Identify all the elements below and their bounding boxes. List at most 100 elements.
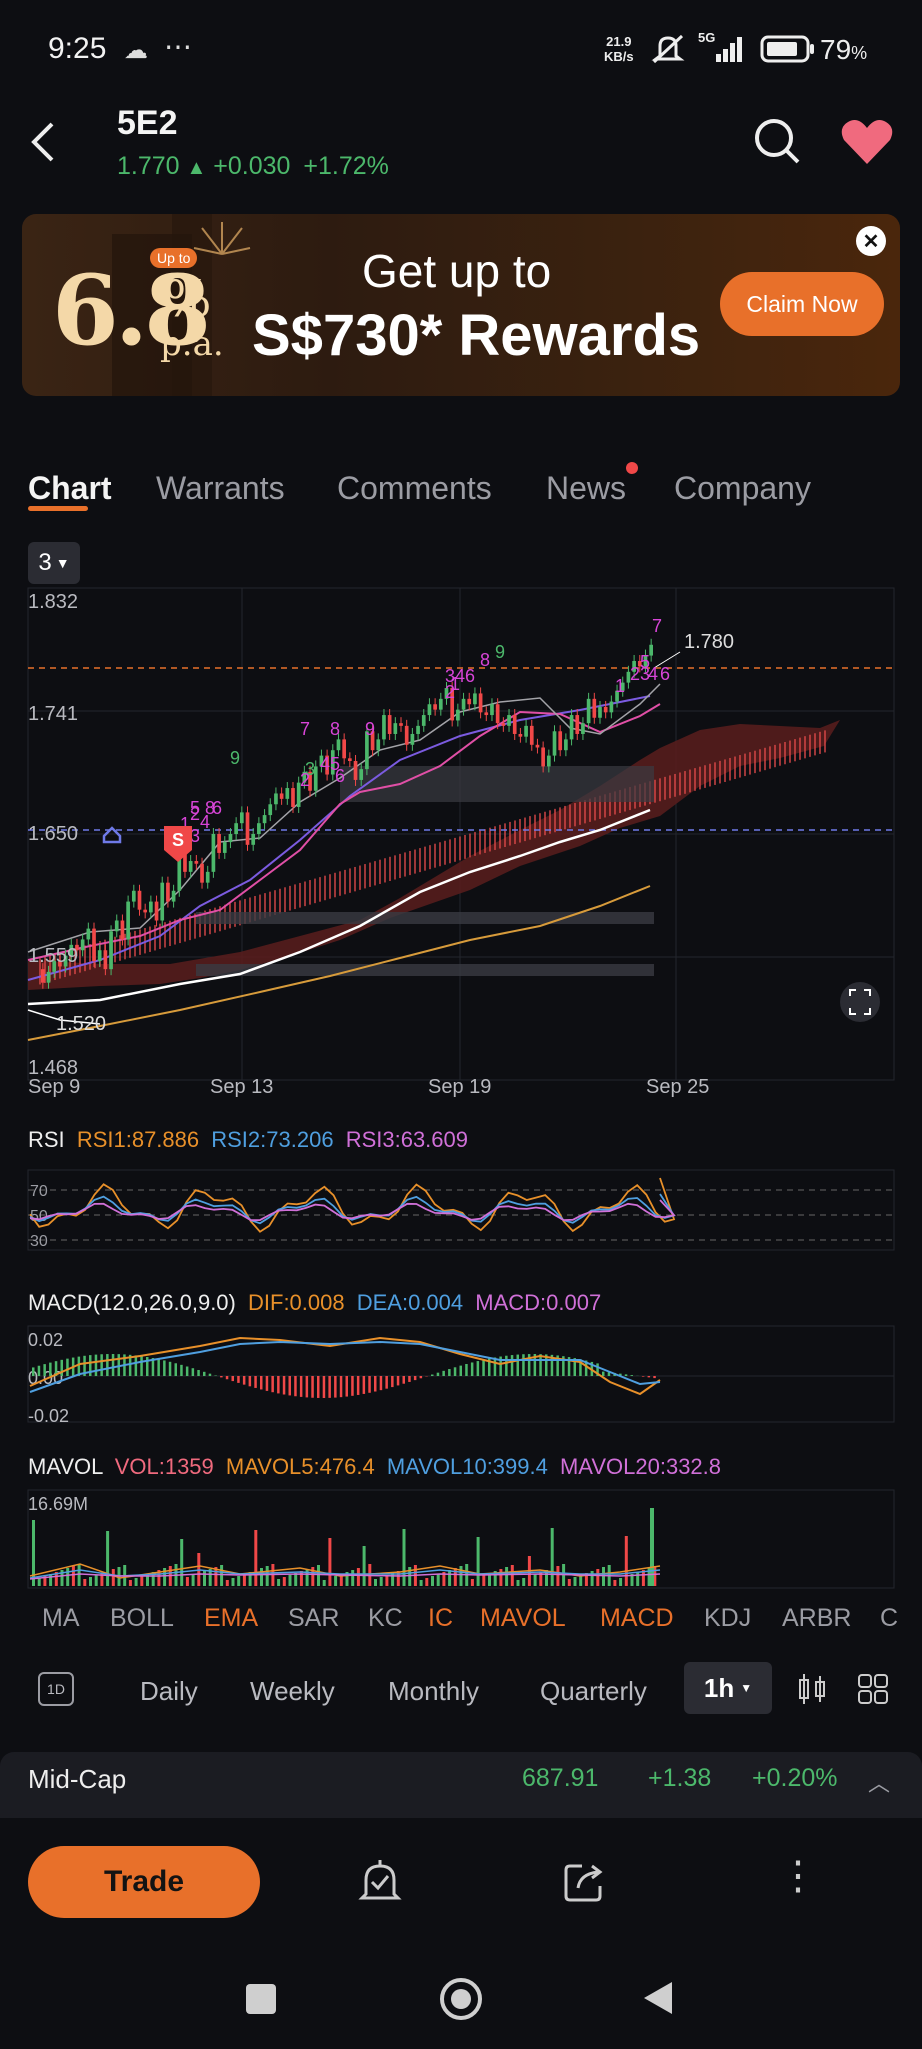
macd-tick: -0.02 xyxy=(28,1406,69,1426)
price-chart[interactable]: 95 86431 27 8 93 4 52 613 4 6829752 34 61 S 1.832 1… xyxy=(0,580,922,1100)
index-value: 687.91 xyxy=(522,1764,599,1792)
back-button[interactable] xyxy=(26,118,60,171)
tab-warrants[interactable]: Warrants xyxy=(156,470,285,507)
candle-body xyxy=(137,890,142,910)
android-nav-bar xyxy=(0,1948,922,2049)
tab-company[interactable]: Company xyxy=(674,470,811,507)
tab-comments[interactable]: Comments xyxy=(337,470,492,507)
period-quarterly[interactable]: Quarterly xyxy=(540,1676,647,1707)
index-ticker-bar[interactable]: Mid-Cap 687.91 +1.38 +0.20% ︿ xyxy=(0,1752,922,1818)
period-selector[interactable]: 1h ▼ xyxy=(684,1662,772,1714)
promo-banner[interactable]: 6.8 % p.a. Up to Get up to S$730* Reward… xyxy=(22,214,900,396)
more-options-button[interactable]: ⋮ xyxy=(778,1856,818,1896)
candle-body xyxy=(410,733,415,745)
promo-upto-badge: Up to xyxy=(150,248,198,268)
indicator-kc[interactable]: KC xyxy=(368,1604,403,1633)
period-daily[interactable]: Daily xyxy=(140,1676,198,1707)
price-alert-button[interactable] xyxy=(358,1858,402,1911)
candle-body xyxy=(120,920,125,940)
volume-chart: 16.69M xyxy=(27,1489,895,1589)
layout-button[interactable] xyxy=(856,1672,890,1711)
macd-bar xyxy=(49,1362,52,1376)
candle-body xyxy=(245,812,250,845)
volume-bar xyxy=(459,1566,463,1586)
indicator-mavol[interactable]: MAVOL xyxy=(480,1604,566,1633)
volume-bar xyxy=(305,1569,309,1586)
macd-bar xyxy=(448,1369,451,1376)
y-tick: 1.741 xyxy=(28,703,78,725)
fullscreen-button[interactable] xyxy=(840,982,880,1022)
close-banner-button[interactable]: ✕ xyxy=(856,226,886,256)
macd-bar xyxy=(476,1361,480,1376)
macd-bar xyxy=(100,1354,103,1376)
chart-depth-selector[interactable]: 3 ▼ xyxy=(28,542,80,584)
rsi2-value: RSI2:73.206 xyxy=(211,1127,334,1152)
grid-icon xyxy=(858,1674,888,1704)
macd-bar xyxy=(522,1354,525,1376)
candle-body xyxy=(421,715,426,726)
macd-bar xyxy=(254,1376,257,1388)
volume-bar xyxy=(482,1575,486,1586)
macd-bar xyxy=(163,1360,166,1376)
macd-bar xyxy=(248,1376,252,1387)
claim-now-button[interactable]: Claim Now xyxy=(720,272,884,336)
candle-body xyxy=(461,698,466,710)
candle-body xyxy=(552,731,557,756)
volume-bar xyxy=(448,1570,452,1586)
macd-bar xyxy=(647,1376,651,1378)
macd-bar xyxy=(220,1376,223,1378)
volume-bar xyxy=(299,1571,303,1586)
indicator-ma[interactable]: MA xyxy=(42,1604,80,1633)
macd-bar xyxy=(43,1364,46,1376)
heart-icon xyxy=(841,120,893,164)
volume-bar xyxy=(402,1529,406,1586)
share-button[interactable] xyxy=(562,1860,606,1909)
indicator-kdj[interactable]: KDJ xyxy=(704,1604,751,1633)
tab-chart[interactable]: Chart xyxy=(28,470,112,507)
indicator-macd[interactable]: MACD xyxy=(600,1604,674,1633)
macd-bar xyxy=(431,1374,434,1376)
macd-bar xyxy=(453,1367,457,1376)
period-weekly[interactable]: Weekly xyxy=(250,1676,335,1707)
back-nav-button[interactable] xyxy=(642,1980,674,2021)
candle-body xyxy=(478,693,483,713)
macd-bar xyxy=(465,1364,468,1376)
search-button[interactable] xyxy=(752,116,802,171)
indicator-ic[interactable]: IC xyxy=(428,1604,453,1633)
trade-button[interactable]: Trade xyxy=(28,1846,260,1918)
tab-news[interactable]: News xyxy=(546,470,626,507)
td-count-label: 7 xyxy=(300,719,310,739)
recents-button[interactable] xyxy=(246,1984,276,2014)
rsi1-value: RSI1:87.886 xyxy=(76,1127,200,1152)
indicator-more[interactable]: C xyxy=(880,1604,898,1633)
chart-type-button[interactable] xyxy=(796,1672,828,1711)
candle-body xyxy=(387,715,392,734)
indicator-arbr[interactable]: ARBR xyxy=(782,1604,851,1633)
macd-bar xyxy=(482,1359,485,1376)
candle-body xyxy=(524,725,528,737)
home-button[interactable] xyxy=(440,1978,482,2020)
indicator-ema[interactable]: EMA xyxy=(204,1604,258,1633)
candle-body xyxy=(291,788,295,807)
indicator-boll[interactable]: BOLL xyxy=(110,1604,174,1633)
candle-body xyxy=(257,823,261,834)
dea-value: DEA:0.004 xyxy=(356,1290,464,1315)
candle-body xyxy=(484,712,489,716)
volume-bar xyxy=(242,1574,246,1586)
chevron-up-icon[interactable]: ︿ xyxy=(868,1766,890,1798)
macd-bar xyxy=(242,1376,246,1385)
period-monthly[interactable]: Monthly xyxy=(388,1676,479,1707)
sell-marker[interactable]: S xyxy=(164,826,192,862)
volume-bar xyxy=(573,1577,577,1586)
volume-bar xyxy=(37,1578,41,1586)
macd-bar xyxy=(66,1358,69,1376)
net-speed-unit: KB/s xyxy=(604,49,634,64)
candle-body xyxy=(222,842,227,853)
one-day-button[interactable]: 1D xyxy=(38,1672,74,1706)
candle-body xyxy=(473,693,477,705)
indicator-sar[interactable]: SAR xyxy=(288,1604,339,1633)
favorite-button[interactable] xyxy=(840,118,894,171)
rsi-title: RSI xyxy=(28,1127,65,1152)
td-count-label: 9 xyxy=(365,719,375,739)
macd-bar xyxy=(602,1371,605,1376)
